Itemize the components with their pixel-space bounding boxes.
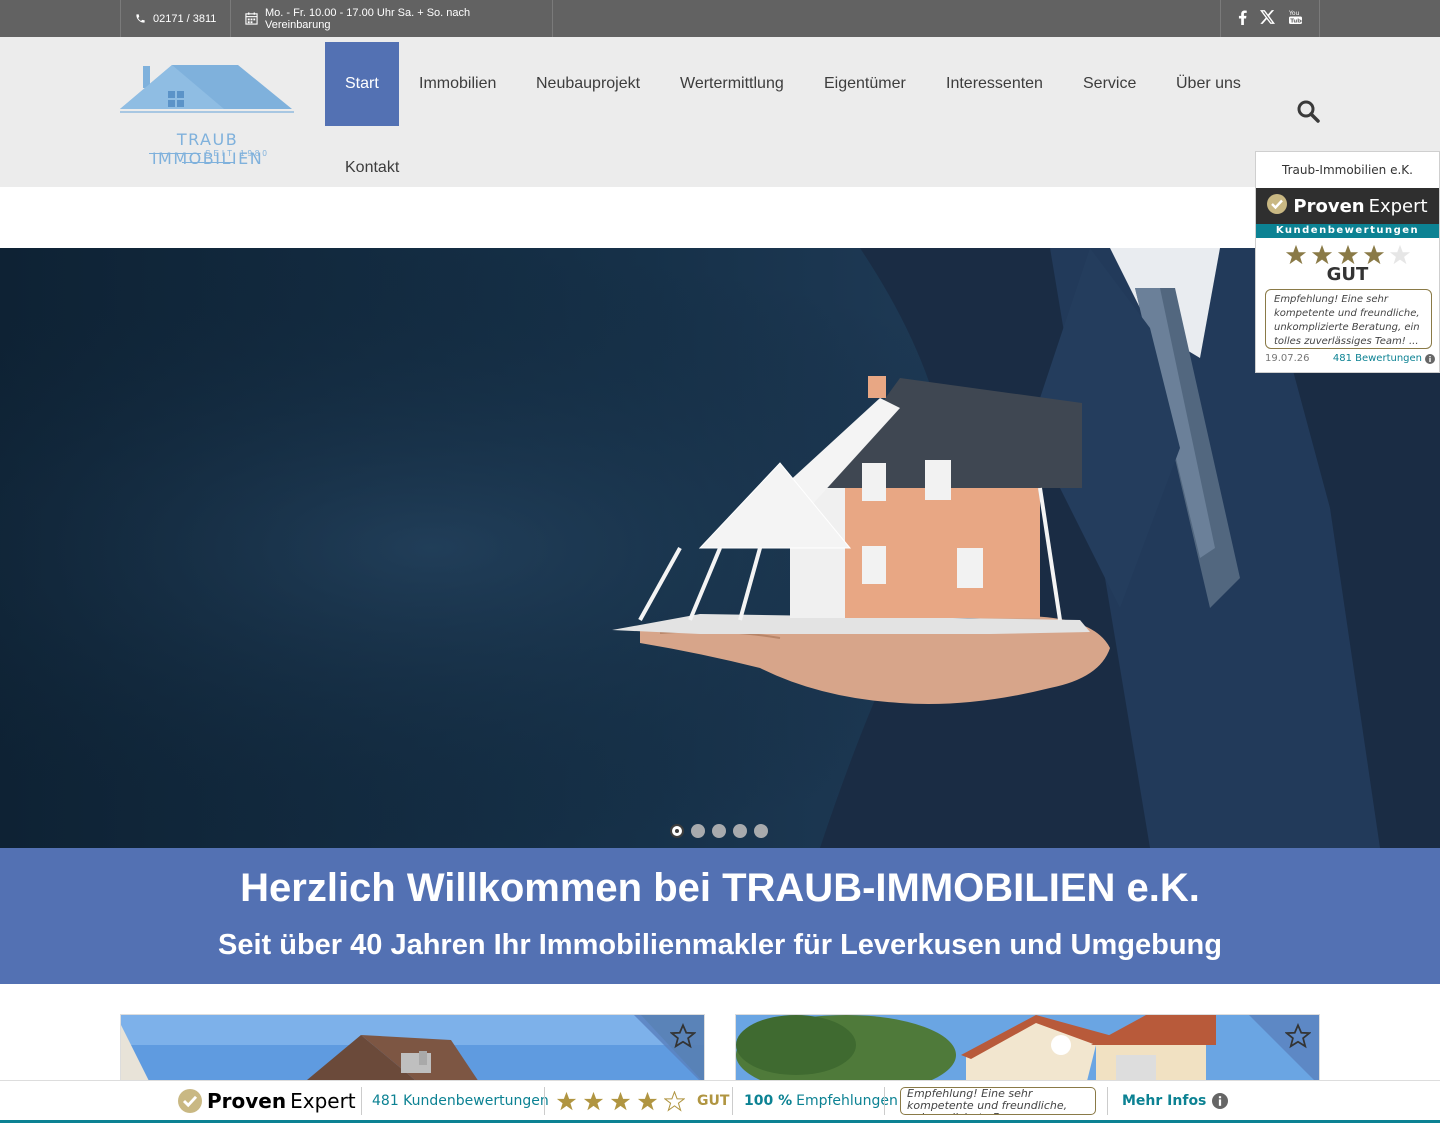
pe-bar-more-info[interactable]: Mehr Infos xyxy=(1122,1087,1229,1115)
pe-bar-quote: Empfehlung! Eine sehr kompetente und fre… xyxy=(900,1087,1096,1115)
pe-footer: 19.07.26 481 Bewertungen xyxy=(1256,349,1439,364)
pe-bar-brand: Proven Expert xyxy=(178,1087,356,1115)
nav-kontakt[interactable]: Kontakt xyxy=(325,126,419,210)
property-card[interactable] xyxy=(735,1014,1320,1084)
info-icon xyxy=(1212,1093,1229,1109)
pe-star-rating xyxy=(1256,244,1439,266)
pe-bar-quote-wrap: Empfehlung! Eine sehr kompetente und fre… xyxy=(900,1087,1096,1115)
youtube-icon[interactable]: You Tube xyxy=(1288,9,1305,28)
pe-bar-reviews[interactable]: 481 Kundenbewertungen xyxy=(372,1087,549,1115)
nav-interessenten[interactable]: Interessenten xyxy=(926,42,1063,126)
star-icon xyxy=(1285,244,1306,265)
star-icon xyxy=(583,1091,604,1110)
slider-dot-1[interactable] xyxy=(670,824,684,838)
nav-wertermittlung[interactable]: Wertermittlung xyxy=(660,42,804,126)
welcome-title: Herzlich Willkommen bei TRAUB-IMMOBILIEN… xyxy=(240,866,1200,910)
social-links: You Tube xyxy=(1220,0,1320,37)
pe-company-name: Traub-Immobilien e.K. xyxy=(1282,163,1413,177)
x-icon[interactable] xyxy=(1259,10,1275,27)
pe-subtitle: Kundenbewertungen xyxy=(1256,224,1439,238)
slider-dot-4[interactable] xyxy=(733,824,747,838)
logo-tagline: SEIT 1980 xyxy=(120,149,295,167)
nav-eigentuemer[interactable]: Eigentümer xyxy=(804,42,926,126)
search-icon[interactable] xyxy=(1296,99,1320,128)
star-icon xyxy=(637,1091,658,1110)
phone-contact[interactable]: 02171 / 3811 xyxy=(120,0,231,37)
info-icon[interactable] xyxy=(1425,353,1435,364)
provenexpert-widget[interactable]: Traub-Immobilien e.K. Proven Expert Kund… xyxy=(1255,151,1440,373)
nav-service[interactable]: Service xyxy=(1063,42,1156,126)
pe-check-icon xyxy=(178,1089,202,1113)
slider-pagination xyxy=(670,824,768,838)
pe-bar-brand-bold: Proven xyxy=(207,1089,287,1113)
site-header: TRAUB IMMOBILIEN SEIT 1980 Start Immobil… xyxy=(0,37,1440,187)
nav-ueber-uns[interactable]: Über uns xyxy=(1156,42,1261,126)
pe-brand-bold: Proven xyxy=(1293,195,1365,217)
welcome-subtitle: Seit über 40 Jahren Ihr Immobilienmakler… xyxy=(218,929,1222,961)
star-icon xyxy=(556,1091,577,1110)
star-empty-icon xyxy=(664,1090,685,1112)
provenexpert-bar[interactable]: Proven Expert 481 Kundenbewertungen GUT … xyxy=(0,1080,1440,1123)
star-icon xyxy=(610,1091,631,1110)
pe-bar-recommend: 100 % Empfehlungen xyxy=(744,1087,898,1115)
star-icon xyxy=(1311,244,1332,265)
slider-dot-3[interactable] xyxy=(712,824,726,838)
hours-text: Mo. - Fr. 10.00 - 17.00 Uhr Sa. + So. na… xyxy=(265,6,471,31)
logo-house-icon xyxy=(120,65,294,113)
star-icon xyxy=(1337,244,1358,265)
pe-quote: Empfehlung! Eine sehr kompetente und fre… xyxy=(1265,289,1432,349)
star-icon xyxy=(1363,244,1384,265)
pe-bar-stars: GUT xyxy=(556,1087,729,1115)
pe-brand-light: Expert xyxy=(1368,195,1428,217)
pe-bar-more-label: Mehr Infos xyxy=(1122,1093,1207,1109)
top-bar: 02171 / 3811 Mo. - Fr. 10.00 - 17.00 Uhr… xyxy=(0,0,1440,37)
pe-bar-brand-light: Expert xyxy=(290,1089,356,1113)
property-card[interactable] xyxy=(120,1014,705,1084)
slider-dot-2[interactable] xyxy=(691,824,705,838)
facebook-icon[interactable] xyxy=(1238,9,1247,28)
pe-bar-grade: GUT xyxy=(697,1093,730,1109)
pe-date: 19.07.26 xyxy=(1265,353,1310,364)
slider-dot-5[interactable] xyxy=(754,824,768,838)
welcome-banner: Herzlich Willkommen bei TRAUB-IMMOBILIEN… xyxy=(0,848,1440,984)
phone-number: 02171 / 3811 xyxy=(153,12,217,25)
opening-hours: Mo. - Fr. 10.00 - 17.00 Uhr Sa. + So. na… xyxy=(230,0,553,37)
pe-review-count[interactable]: 481 Bewertungen xyxy=(1333,353,1422,364)
nav-start[interactable]: Start xyxy=(325,42,399,126)
calendar-icon xyxy=(245,12,258,25)
hero-image xyxy=(0,248,1440,848)
pe-check-icon xyxy=(1267,193,1288,219)
property-image xyxy=(736,1015,1319,1083)
nav-neubauprojekt[interactable]: Neubauprojekt xyxy=(516,42,660,126)
property-image xyxy=(121,1015,704,1083)
phone-icon xyxy=(135,13,146,24)
pe-bar-recommend-pct: 100 % xyxy=(744,1093,793,1109)
favorite-star-icon[interactable] xyxy=(669,1022,697,1054)
logo[interactable]: TRAUB IMMOBILIEN SEIT 1980 xyxy=(120,62,295,168)
star-empty-icon xyxy=(1389,244,1410,265)
pe-brand: Proven Expert xyxy=(1256,188,1439,224)
pe-grade: GUT xyxy=(1326,264,1369,285)
nav-immobilien[interactable]: Immobilien xyxy=(399,42,516,126)
hero-slider[interactable] xyxy=(0,248,1440,848)
pe-bar-recommend-label: Empfehlungen xyxy=(796,1093,898,1109)
svg-text:Tube: Tube xyxy=(1290,19,1303,25)
favorite-star-icon[interactable] xyxy=(1284,1022,1312,1054)
svg-text:You: You xyxy=(1288,10,1300,17)
